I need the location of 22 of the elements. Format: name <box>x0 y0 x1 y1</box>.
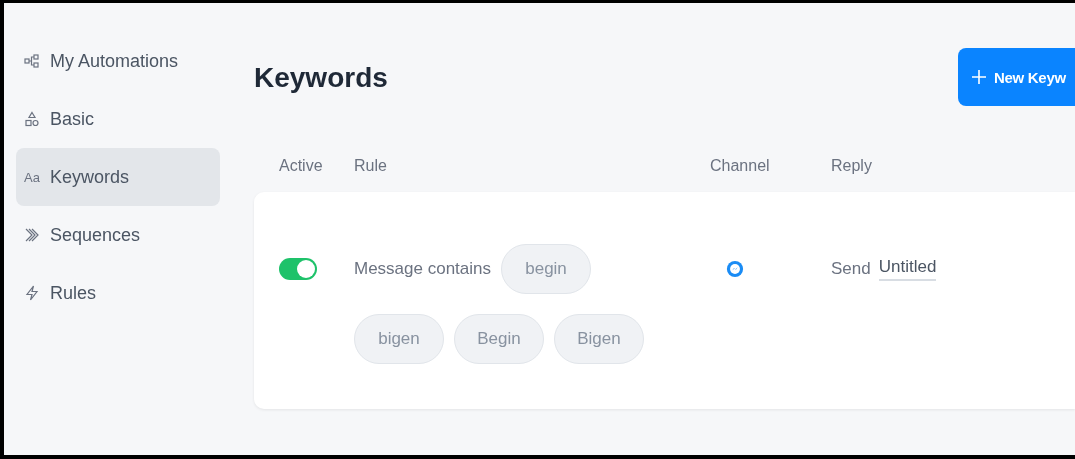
column-header: Channel <box>710 157 770 175</box>
column-header: Active <box>279 157 323 175</box>
lightning-icon <box>24 285 40 301</box>
reply-label: Send <box>831 259 871 279</box>
flow-icon <box>24 53 40 69</box>
reply-link[interactable]: Untitled <box>878 257 937 281</box>
chevrons-icon <box>24 227 40 243</box>
sidebar-item[interactable]: Sequences <box>16 206 220 264</box>
sidebar-item[interactable]: My Automations <box>16 32 220 90</box>
page-title: Keywords <box>254 62 388 94</box>
letters-icon: Aa <box>24 169 40 185</box>
sidebar-item[interactable]: Rules <box>16 264 220 322</box>
column-header: Reply <box>831 157 872 175</box>
shapes-icon <box>24 111 40 127</box>
sidebar-item[interactable]: Aa Keywords <box>16 148 220 206</box>
new-keyword-button[interactable]: New Keyw <box>958 48 1075 106</box>
rule-text: Message contains <box>354 259 492 279</box>
column-header: Rule <box>354 157 387 175</box>
toggle-switch[interactable] <box>279 258 317 280</box>
messenger-icon <box>726 260 744 278</box>
sidebar-item[interactable]: Basic <box>16 90 220 148</box>
plus-icon <box>972 70 986 84</box>
